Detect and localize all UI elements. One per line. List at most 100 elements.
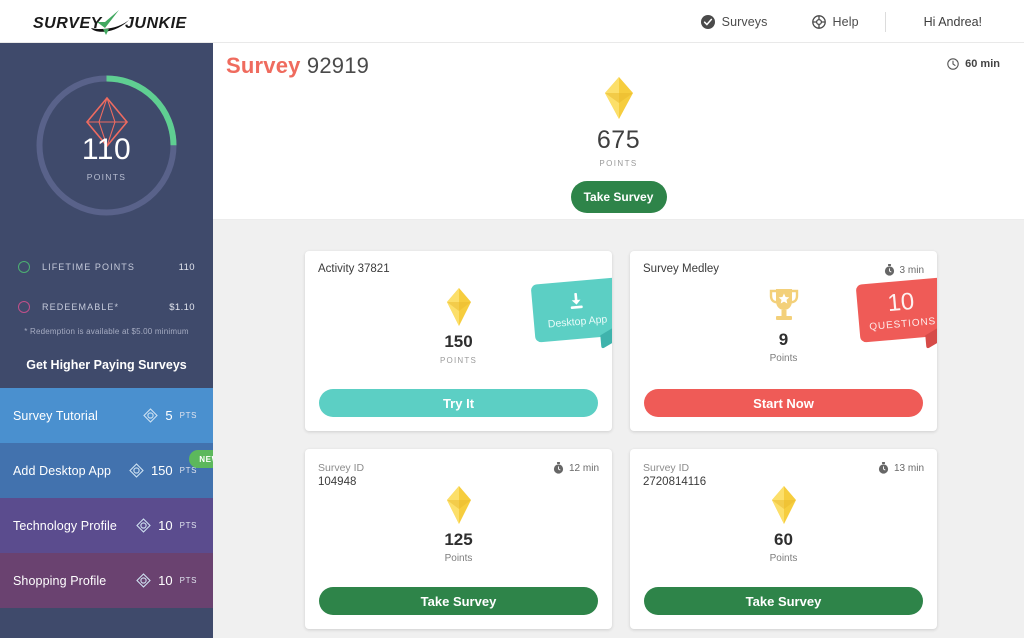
sidebar-item-points-unit: PTS xyxy=(179,576,197,585)
lifebuoy-icon xyxy=(811,14,826,29)
page-title-id: 92919 xyxy=(306,53,370,78)
sidebar-item-add-desktop-app[interactable]: Add Desktop App 150 PTS NEW! xyxy=(0,443,231,498)
card-unit: Points xyxy=(769,353,798,364)
sidebar-item-points: 5 PTS xyxy=(143,408,213,423)
card-activity[interactable]: Activity 37821 Desktop App 150 POINTS Tr… xyxy=(305,251,612,431)
circle-green-icon xyxy=(18,261,30,273)
top-nav: Surveys Help Hi Andrea! xyxy=(679,0,1004,43)
card-duration: 12 min xyxy=(553,462,599,474)
nav-help[interactable]: Help xyxy=(790,15,881,29)
card-amount: 150 xyxy=(444,332,473,351)
hero-points-value: 675 xyxy=(596,126,641,154)
survey-hero: Survey 92919 60 min 675 POINTS Take Surv… xyxy=(213,43,1024,220)
sidebar-item-points-value: 5 xyxy=(165,408,173,423)
points-value: 110 xyxy=(81,133,132,166)
card-duration-label: 13 min xyxy=(893,462,924,474)
card-duration: 13 min xyxy=(878,462,924,474)
sidebar-item-points-unit: PTS xyxy=(179,521,197,530)
hero-reward: 675 POINTS Take Survey xyxy=(213,76,1024,213)
card-duration: 3 min xyxy=(884,264,924,276)
card-header: Survey Medley xyxy=(643,263,719,275)
stopwatch-icon xyxy=(884,264,895,276)
card-amount: 125 xyxy=(444,530,473,549)
start-now-button[interactable]: Start Now xyxy=(644,389,923,417)
card-title-key: Survey ID xyxy=(318,462,365,474)
page-title-accent: Survey xyxy=(226,53,301,78)
card-unit: Points xyxy=(444,553,473,564)
card-title: Survey Medley xyxy=(643,263,720,275)
card-unit: Points xyxy=(769,553,798,564)
stat-redeemable: REDEEMABLE* $1.10 xyxy=(18,297,195,317)
stat-lifetime-label: LIFETIME POINTS xyxy=(42,262,136,272)
nav-help-label: Help xyxy=(832,14,859,29)
card-duration-label: 3 min xyxy=(899,264,924,276)
sidebar-item-points-value: 10 xyxy=(158,518,173,533)
take-survey-button[interactable]: Take Survey xyxy=(319,587,598,615)
card-reward: 60 Points xyxy=(630,485,937,564)
redemption-note: * Redemption is available at $5.00 minim… xyxy=(24,327,189,336)
sidebar-item-label: Add Desktop App xyxy=(13,463,112,478)
card-duration-label: 12 min xyxy=(568,462,599,474)
card-title-key: Survey ID xyxy=(643,462,690,474)
diamond-small-icon xyxy=(136,518,151,533)
card-amount: 9 xyxy=(778,330,789,349)
clock-icon xyxy=(947,58,959,70)
try-it-button[interactable]: Try It xyxy=(319,389,598,417)
circle-pink-icon xyxy=(18,301,30,313)
sidebar-item-points-value: 10 xyxy=(158,573,173,588)
stat-lifetime-points: LIFETIME POINTS 110 xyxy=(18,257,195,277)
sidebar-item-label: Technology Profile xyxy=(13,518,117,533)
diamond-icon xyxy=(446,287,472,327)
trophy-icon xyxy=(767,287,801,325)
diamond-icon xyxy=(604,76,634,120)
stopwatch-icon xyxy=(878,462,889,474)
get-higher-paying-surveys-link[interactable]: Get Higher Paying Surveys xyxy=(0,358,213,388)
survey-cards-grid: Activity 37821 Desktop App 150 POINTS Tr… xyxy=(213,221,1024,629)
hero-duration: 60 min xyxy=(947,58,1000,70)
sidebar-item-shopping-profile[interactable]: Shopping Profile 10 PTS xyxy=(0,553,213,608)
sidebar-item-points-unit: PTS xyxy=(179,411,197,420)
card-reward: 125 Points xyxy=(305,485,612,564)
sidebar-item-survey-tutorial[interactable]: Survey Tutorial 5 PTS xyxy=(0,388,213,443)
nav-divider xyxy=(884,11,886,32)
survey-junkie-logo[interactable]: SURVEY JUNKIE xyxy=(33,8,193,36)
card-title: Activity 37821 xyxy=(318,263,390,275)
card-unit: POINTS xyxy=(440,356,477,365)
take-survey-button[interactable]: Take Survey xyxy=(570,181,667,213)
nav-surveys[interactable]: Surveys xyxy=(679,14,790,29)
hero-points-label: POINTS xyxy=(599,159,638,168)
stat-redeemable-label: REDEEMABLE* xyxy=(42,302,120,312)
card-reward: 150 POINTS xyxy=(305,287,612,365)
diamond-small-icon xyxy=(143,408,159,423)
main-content: Survey 92919 60 min 675 POINTS Take Surv… xyxy=(213,43,1024,638)
sidebar: 110 POINTS LIFETIME POINTS 110 REDEEMABL… xyxy=(0,43,231,638)
card-survey-104948[interactable]: Survey ID 104948 12 min 125 Points Take … xyxy=(305,449,612,629)
top-bar: SURVEY JUNKIE Surveys Help Hi Andrea! xyxy=(0,0,1024,43)
nav-surveys-label: Surveys xyxy=(721,14,768,29)
stat-lifetime-value: 110 xyxy=(178,261,195,273)
check-circle-icon xyxy=(700,14,715,29)
diamond-small-icon xyxy=(129,463,144,478)
sidebar-item-points: 10 PTS xyxy=(136,518,213,533)
card-survey-2720814116[interactable]: Survey ID 2720814116 13 min 60 Points Ta… xyxy=(630,449,937,629)
card-amount: 60 xyxy=(774,530,793,549)
diamond-icon xyxy=(771,485,797,525)
stopwatch-icon xyxy=(553,462,564,474)
svg-text:SURVEY: SURVEY xyxy=(33,15,103,32)
take-survey-button[interactable]: Take Survey xyxy=(644,587,923,615)
stat-redeemable-value: $1.10 xyxy=(169,301,195,313)
card-header: Activity 37821 xyxy=(318,263,390,275)
sidebar-item-label: Shopping Profile xyxy=(13,573,107,588)
points-ring-center: 110 POINTS xyxy=(29,68,184,223)
user-greeting[interactable]: Hi Andrea! xyxy=(890,15,1004,29)
card-survey-medley[interactable]: Survey Medley 3 min 10 QUESTIONS 9 Point… xyxy=(630,251,937,431)
diamond-icon xyxy=(446,485,472,525)
points-ring: 110 POINTS xyxy=(29,68,184,223)
sidebar-item-points-value: 150 xyxy=(150,463,173,478)
sidebar-item-technology-profile[interactable]: Technology Profile 10 PTS xyxy=(0,498,213,553)
points-label: POINTS xyxy=(86,172,127,182)
card-reward: 9 Points xyxy=(630,287,937,364)
sidebar-item-points: 10 PTS xyxy=(136,573,213,588)
hero-duration-label: 60 min xyxy=(965,58,1000,70)
sidebar-item-label: Survey Tutorial xyxy=(13,408,98,423)
